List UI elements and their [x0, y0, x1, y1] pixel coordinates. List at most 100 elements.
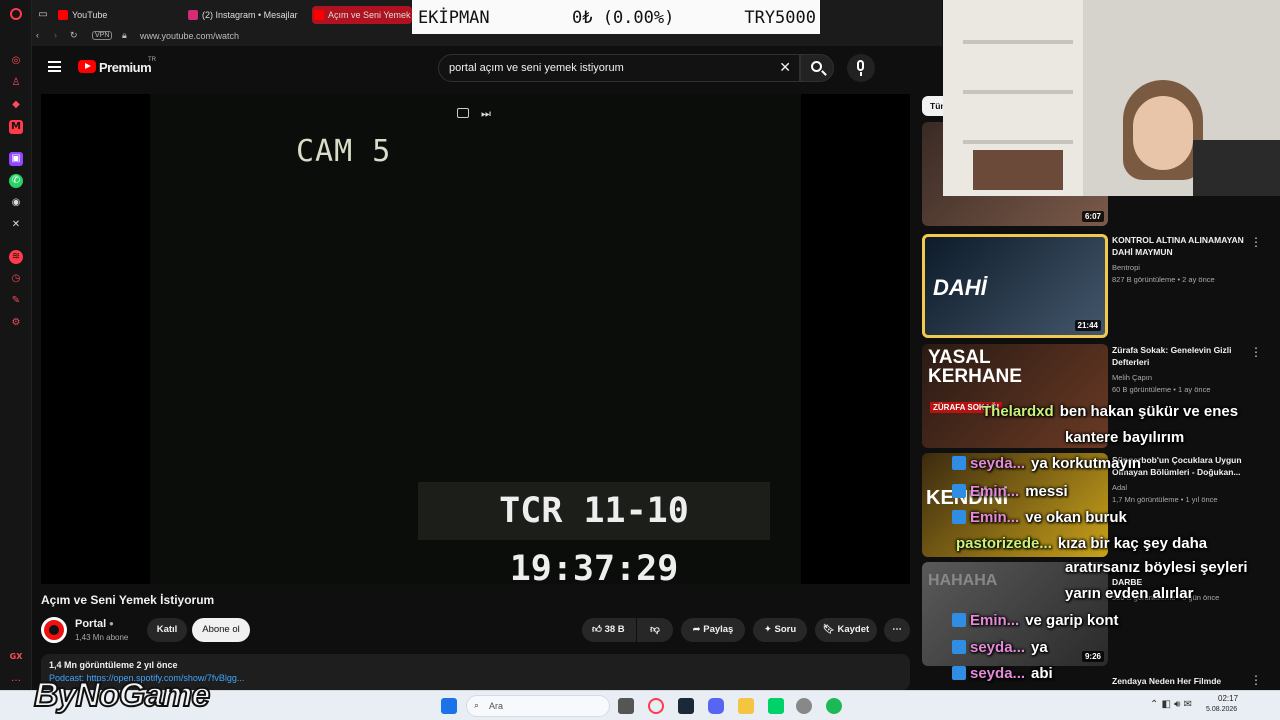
gx-corner-icon[interactable]: GX — [9, 650, 23, 664]
file-explorer-icon[interactable] — [738, 698, 754, 714]
taskbar-search[interactable]: ⌕ Ara — [466, 695, 610, 717]
related-channel[interactable]: Adal — [1112, 482, 1262, 493]
view-stats: 1,4 Mn görüntüleme 2 yıl önce — [49, 660, 178, 670]
lock-icon: 🔒︎ — [122, 30, 127, 40]
opera-gx-taskbar-icon[interactable] — [648, 698, 664, 714]
instagram-favicon-icon — [188, 10, 198, 20]
save-button[interactable]: 🔖︎ Kaydet — [815, 618, 877, 642]
aria-icon[interactable]: ◎ — [9, 54, 23, 68]
sparkle-icon: ✦ — [763, 624, 772, 635]
duration-badge: 9:26 — [1081, 651, 1104, 662]
tab-instagram[interactable]: (2) Instagram • Mesajlar — [186, 6, 306, 24]
next-video-icon[interactable]: ⏭ — [481, 107, 491, 121]
start-windows-icon[interactable] — [441, 698, 457, 714]
gx-mod-icon[interactable]: M — [9, 120, 23, 134]
channel-row: Portal ● 1,43 Mn abone Katıl Abone ol 👍︎… — [41, 617, 910, 645]
twitch-icon[interactable]: ▣ — [9, 152, 23, 166]
related-title[interactable]: Süngerbob'un Çocuklara Uygun Olmayan Böl… — [1112, 454, 1252, 478]
camera-label: CAM 5 — [296, 134, 392, 169]
search-button[interactable] — [800, 54, 834, 82]
discord-icon[interactable]: ◉ — [9, 196, 23, 210]
overlay-left-label: EKİPMAN — [418, 8, 490, 28]
more-dots-icon: ⋯ — [892, 624, 902, 635]
back-icon[interactable]: ‹ — [36, 30, 39, 40]
tab-menu-icon[interactable]: ▭ — [36, 8, 50, 22]
kick-icon[interactable] — [768, 698, 784, 714]
related-thumb-3[interactable]: KENDİNİ — [922, 453, 1108, 557]
game-icon[interactable]: ◆ — [9, 98, 23, 112]
channel-name[interactable]: Portal — [75, 618, 106, 630]
subscribe-button[interactable]: Abone ol — [192, 618, 250, 642]
search-icon: ⌕ — [474, 701, 480, 711]
youtube-logo-icon[interactable] — [78, 60, 96, 73]
search-icon — [811, 61, 822, 72]
more-icon[interactable]: … — [9, 672, 23, 686]
dislike-button[interactable]: 👎︎ — [637, 618, 673, 642]
video-frame: CAM 5 TCR 11-10 19:37:29 — [150, 94, 801, 584]
thumb-text: DAHİ — [933, 275, 987, 300]
related-title[interactable]: Zendaya Neden Her Filmde — [1112, 675, 1252, 687]
video-player[interactable]: CAM 5 TCR 11-10 19:37:29 ⏭ — [41, 94, 910, 584]
steam-icon[interactable] — [678, 698, 694, 714]
more-vert-icon[interactable]: ⋮ — [1250, 673, 1262, 687]
youtube-favicon-icon — [314, 10, 324, 20]
join-button[interactable]: Katıl — [147, 618, 187, 642]
tab-active-video[interactable]: Açım ve Seni Yemek İs — [312, 6, 412, 24]
x-icon[interactable]: ✕ — [9, 218, 23, 232]
whatsapp-icon[interactable]: ✆ — [9, 174, 23, 188]
miniplayer-icon[interactable] — [457, 108, 469, 118]
related-title[interactable]: DARBE — [1112, 576, 1252, 588]
url-field[interactable]: www.youtube.com/watch — [140, 31, 239, 41]
thumb-text: KENDİNİ — [926, 487, 1009, 509]
opera-logo-icon[interactable] — [10, 8, 22, 20]
equipment-overlay: EKİPMAN 0₺ (0.00%) TRY5000 — [412, 0, 820, 34]
history-icon[interactable]: ◷ — [9, 272, 23, 286]
forward-icon[interactable]: › — [54, 30, 57, 40]
task-view-icon[interactable] — [618, 698, 634, 714]
settings-gear-icon[interactable]: ⚙ — [9, 316, 23, 330]
subscriber-count: 1,43 Mn abone — [75, 633, 129, 642]
timecode-display: TCR 11-10 19:37:29 — [418, 482, 770, 584]
youtube-header: Premium TR portal açım ve seni yemek ist… — [32, 46, 942, 90]
related-thumb-2[interactable]: YASAL KERHANE ZÜRAFA SOKAĞI — [922, 344, 1108, 448]
streamer-webcam — [943, 0, 1280, 196]
clear-search-icon[interactable]: ✕ — [779, 55, 791, 81]
music-player-icon[interactable]: ≋ — [9, 250, 23, 264]
related-meta: 1,7 Mn görüntüleme • 1 yıl önce — [1112, 495, 1218, 504]
settings-taskbar-icon[interactable] — [796, 698, 812, 714]
tray-icons[interactable]: ⌃ ◧ 🔊︎ ✉ — [1150, 699, 1192, 710]
verified-icon: ● — [109, 619, 114, 628]
microphone-icon — [857, 60, 864, 71]
related-title[interactable]: Zürafa Sokak: Genelevin Gizli Defterleri — [1112, 344, 1252, 368]
more-vert-icon[interactable]: ⋮ — [1250, 345, 1262, 359]
like-button[interactable]: 👍︎ 38 B — [582, 618, 636, 642]
ask-button[interactable]: ✦ Soru — [753, 618, 807, 642]
related-title[interactable]: KONTROL ALTINA ALINAMAYAN DAHİ MAYMUN — [1112, 234, 1252, 258]
spotify-icon[interactable] — [826, 698, 842, 714]
related-thumb-1[interactable]: DAHİ 21:44 — [922, 234, 1108, 338]
video-title: Açım ve Seni Yemek İstiyorum — [41, 593, 215, 607]
search-input[interactable]: portal açım ve seni yemek istiyorum ✕ — [438, 54, 800, 82]
reload-icon[interactable]: ↻ — [70, 30, 78, 41]
related-meta: 60 B görüntüleme • 1 ay önce — [1112, 385, 1211, 394]
bynogame-watermark: ByNoGame — [33, 675, 211, 715]
clock-date[interactable]: 5.08.2026 — [1206, 706, 1237, 713]
channel-avatar[interactable] — [41, 617, 67, 643]
clock-time[interactable]: 02:17 — [1218, 694, 1238, 703]
related-meta: 550 B görüntüleme • 5 gün önce — [1112, 593, 1220, 602]
voice-search-button[interactable] — [847, 54, 875, 82]
crypto-wallet-icon[interactable]: ♙ — [9, 76, 23, 90]
related-channel[interactable]: Bentropi — [1112, 262, 1262, 273]
vpn-badge[interactable]: VPN — [92, 31, 113, 40]
extensions-icon[interactable]: ✎ — [9, 294, 23, 308]
discord-taskbar-icon[interactable] — [708, 698, 724, 714]
more-vert-icon[interactable]: ⋮ — [1250, 235, 1262, 249]
related-thumb-4[interactable]: HAHAHA 9:26 — [922, 562, 1108, 666]
more-actions-button[interactable]: ⋯ — [884, 618, 910, 642]
share-button[interactable]: ➦ Paylaş — [681, 618, 745, 642]
hamburger-menu-icon[interactable] — [48, 61, 61, 72]
tab-youtube[interactable]: YouTube — [56, 6, 176, 24]
premium-logo-text[interactable]: Premium — [99, 60, 152, 75]
overlay-value: 0₺ (0.00%) — [572, 8, 675, 28]
related-channel[interactable]: Melih Çapın — [1112, 372, 1262, 383]
